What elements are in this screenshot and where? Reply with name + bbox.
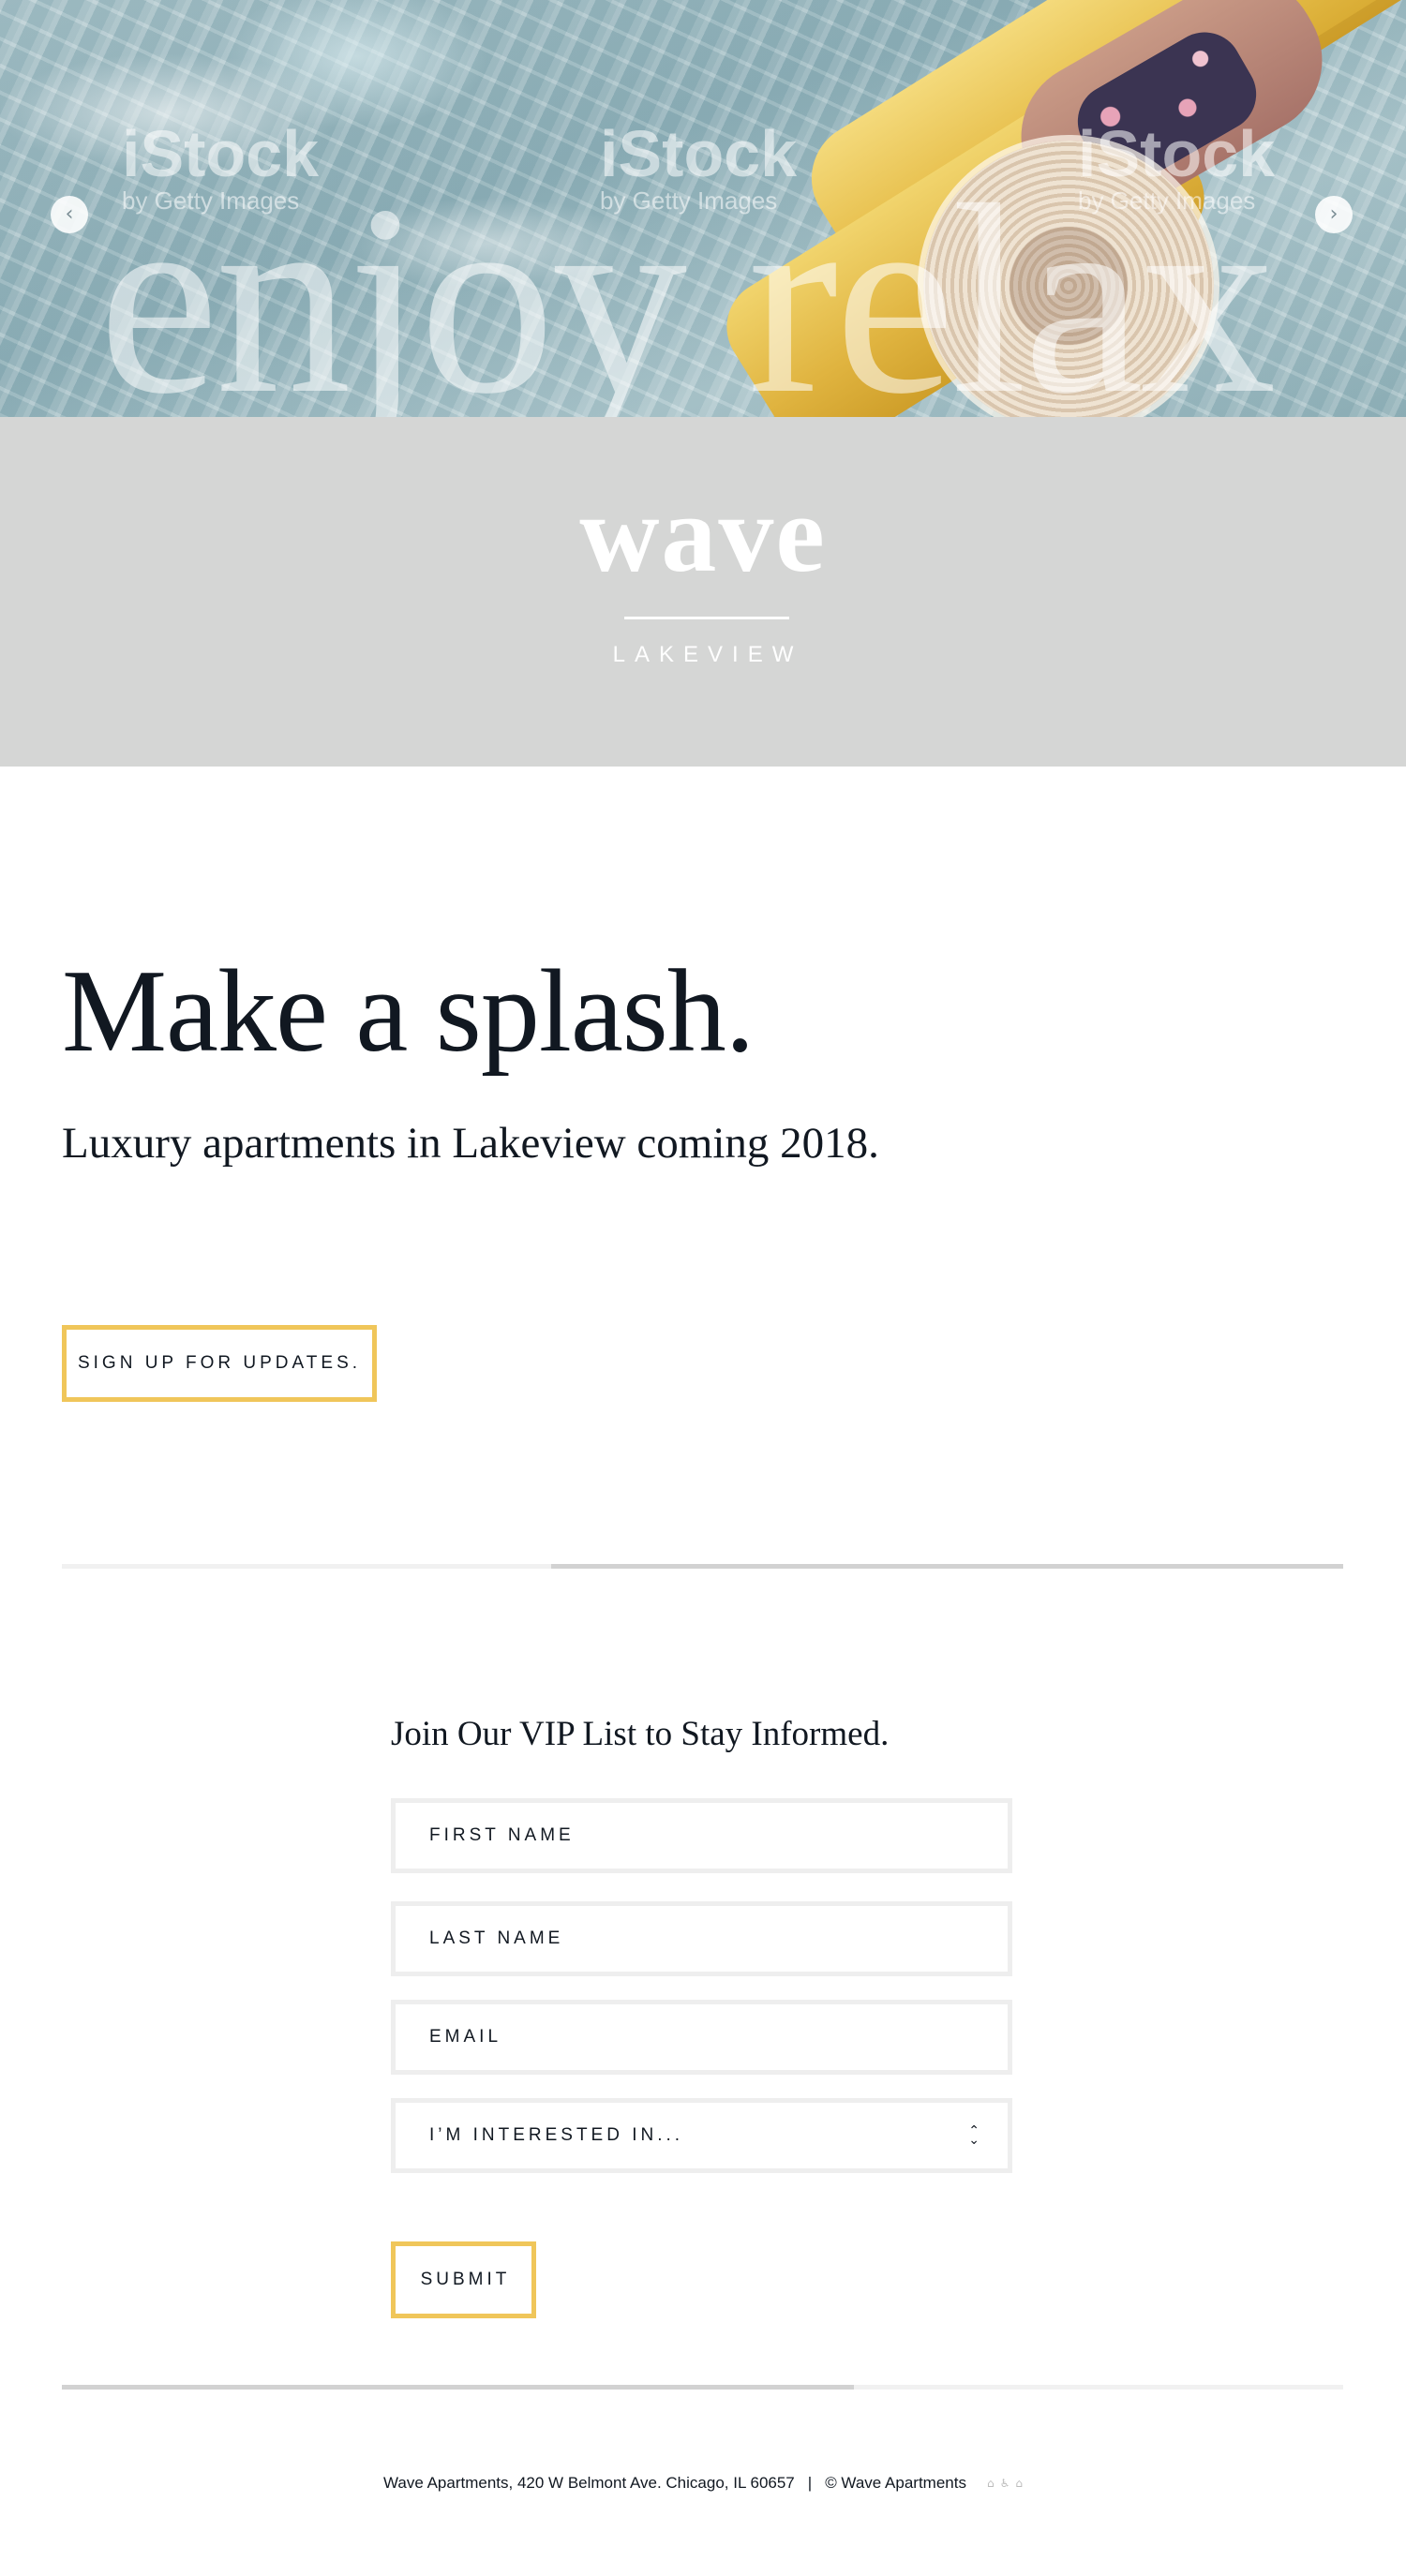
- site-footer: Wave Apartments, 420 W Belmont Ave. Chic…: [0, 2464, 1406, 2502]
- select-arrows-icon: ⌃ ⌄: [968, 2123, 980, 2148]
- logo-location: LAKEVIEW: [612, 642, 803, 667]
- footer-divider: [62, 2385, 1343, 2390]
- equal-housing-icon: ⌂: [1015, 2477, 1023, 2490]
- section-divider: [62, 1564, 1343, 1569]
- interest-select-label: I’M INTERESTED IN...: [429, 2125, 684, 2145]
- footer-icons: ⌂ ♿ ⌂: [987, 2477, 1023, 2490]
- hero-slider: enjoy relax iStock by Getty Images iStoc…: [0, 0, 1406, 417]
- home-icon: ⌂: [986, 2477, 995, 2490]
- submit-button[interactable]: SUBMIT: [391, 2241, 536, 2318]
- sign-up-button[interactable]: SIGN UP FOR UPDATES.: [62, 1325, 377, 1402]
- page-headline: Make a splash.: [62, 946, 755, 1077]
- accessibility-icon: ♿: [999, 2477, 1010, 2490]
- page-subheadline: Luxury apartments in Lakeview coming 201…: [62, 1119, 879, 1168]
- chevron-left-icon: ‹: [65, 202, 74, 226]
- interest-select[interactable]: I’M INTERESTED IN... ⌃ ⌄: [391, 2098, 1012, 2173]
- stock-watermark: iStock by Getty Images: [122, 117, 320, 215]
- footer-copyright: © Wave Apartments: [825, 2474, 966, 2492]
- slider-prev-button[interactable]: ‹: [51, 196, 88, 233]
- chevron-right-icon: ›: [1329, 202, 1339, 226]
- footer-separator: |: [807, 2474, 813, 2492]
- logo-divider: [624, 617, 789, 619]
- footer-address: Wave Apartments, 420 W Belmont Ave. Chic…: [382, 2474, 795, 2492]
- first-name-field[interactable]: [391, 1798, 1012, 1873]
- slider-next-button[interactable]: ›: [1315, 196, 1353, 233]
- last-name-field[interactable]: [391, 1901, 1012, 1976]
- stock-watermark: iStock by Getty Images: [1078, 117, 1276, 215]
- brand-header: wave LAKEVIEW: [0, 417, 1406, 767]
- form-title: Join Our VIP List to Stay Informed.: [391, 1715, 890, 1753]
- email-field[interactable]: [391, 2000, 1012, 2075]
- stock-watermark: iStock by Getty Images: [600, 117, 798, 215]
- wave-logo: wave: [579, 472, 827, 595]
